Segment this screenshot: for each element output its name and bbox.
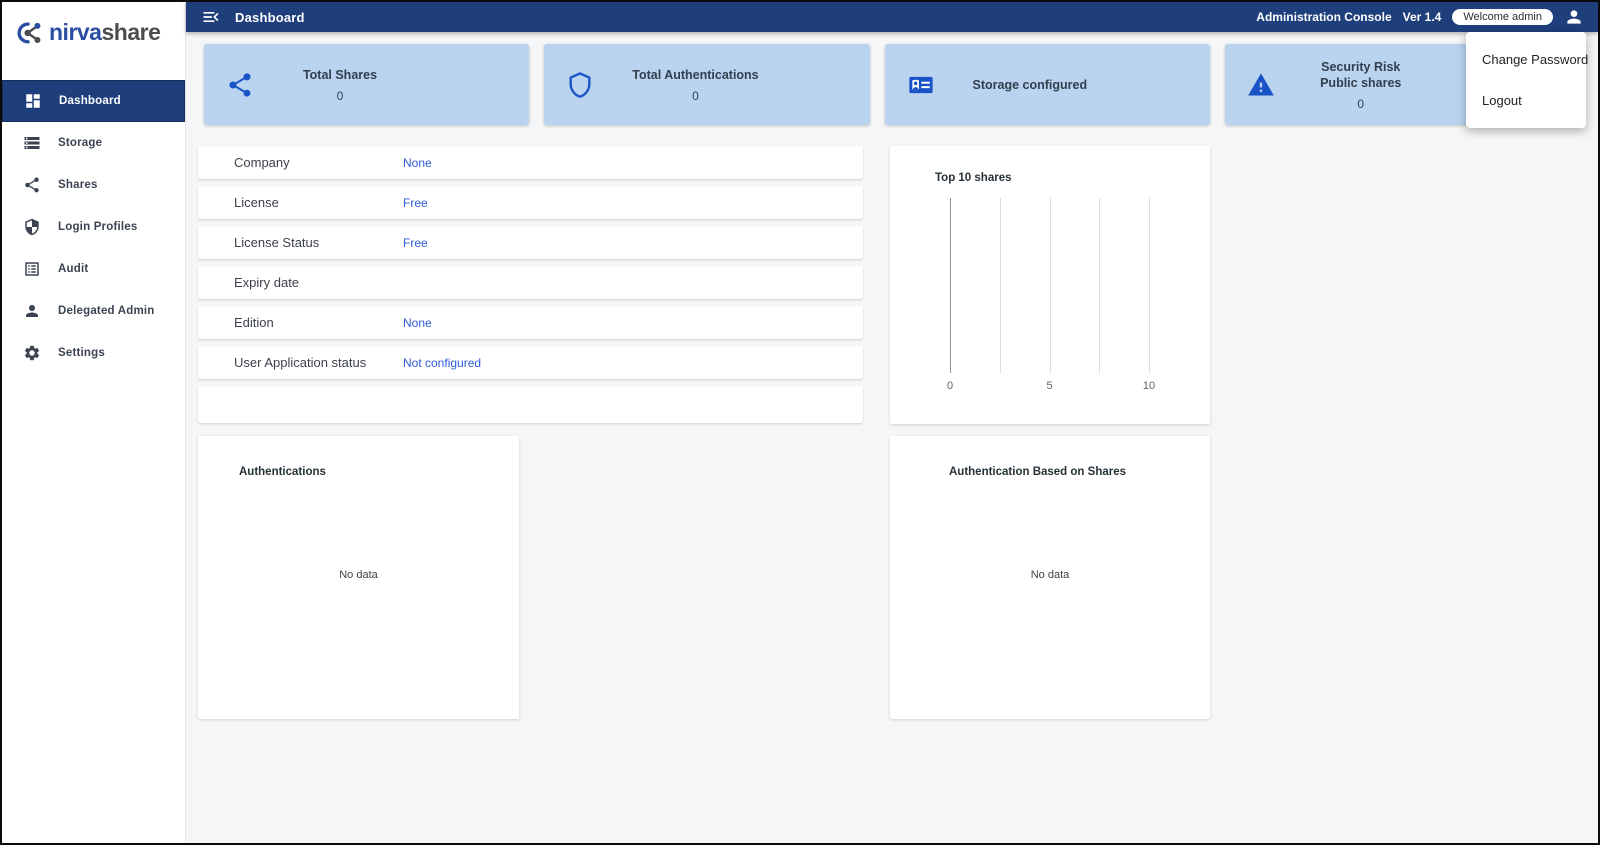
authentication-based-on-shares-chart-card: Authentication Based on Shares No data bbox=[890, 436, 1210, 719]
gridline bbox=[1050, 198, 1051, 373]
info-value: Free bbox=[403, 196, 428, 210]
contact-card-icon bbox=[907, 71, 935, 99]
stat-title: Security Risk bbox=[1313, 59, 1409, 75]
stat-subtitle: Public shares bbox=[1313, 75, 1409, 91]
sidebar-item-label: Audit bbox=[58, 263, 88, 275]
gridline bbox=[1099, 198, 1100, 373]
sidebar-item-label: Settings bbox=[58, 347, 105, 359]
gear-icon bbox=[23, 344, 41, 362]
chart-title: Top 10 shares bbox=[935, 172, 1012, 184]
info-label: Edition bbox=[198, 315, 403, 330]
topbar: Dashboard Administration Console Ver 1.4… bbox=[186, 2, 1598, 32]
shield-outline-icon bbox=[566, 71, 594, 99]
sidebar-item-label: Delegated Admin bbox=[58, 305, 155, 317]
stat-value: 0 bbox=[1313, 97, 1409, 111]
nirvashare-logo-icon bbox=[14, 17, 44, 47]
dashboard-icon bbox=[24, 92, 42, 110]
stat-card-storage-configured: Storage configured bbox=[885, 44, 1210, 125]
x-tick-label: 0 bbox=[947, 380, 953, 392]
info-value: Not configured bbox=[403, 356, 481, 370]
info-row-expiry-date: Expiry date bbox=[198, 266, 863, 299]
info-label: License bbox=[198, 195, 403, 210]
info-row-user-application-status: User Application status Not configured bbox=[198, 346, 863, 379]
stat-title: Storage configured bbox=[973, 77, 1088, 93]
gridline bbox=[1000, 198, 1001, 373]
license-info-panel: Company None License Free License Status… bbox=[198, 146, 863, 423]
menu-item-change-password[interactable]: Change Password bbox=[1466, 39, 1586, 80]
person-icon bbox=[1564, 7, 1584, 27]
sidebar-nav: Dashboard Storage Shares Login Profiles … bbox=[2, 80, 185, 374]
person-icon bbox=[23, 302, 41, 320]
x-tick-label: 5 bbox=[1046, 380, 1052, 392]
welcome-admin-badge[interactable]: Welcome admin bbox=[1452, 9, 1553, 25]
stat-value: 0 bbox=[292, 89, 388, 103]
stat-value: 0 bbox=[632, 89, 758, 103]
stat-title: Total Authentications bbox=[632, 67, 758, 83]
sidebar-item-login-profiles[interactable]: Login Profiles bbox=[2, 206, 185, 248]
warning-icon bbox=[1247, 71, 1275, 99]
share-icon bbox=[23, 176, 41, 194]
stat-cards-row: Total Shares 0 Total Authentications 0 bbox=[204, 44, 1550, 125]
topbar-right: Administration Console Ver 1.4 Welcome a… bbox=[1256, 7, 1584, 27]
info-panel-filler bbox=[198, 386, 863, 423]
version-label: Ver 1.4 bbox=[1403, 10, 1442, 24]
sidebar-item-label: Dashboard bbox=[59, 95, 121, 107]
info-row-license: License Free bbox=[198, 186, 863, 219]
authentications-chart-card: Authentications No data bbox=[198, 436, 519, 719]
sidebar-item-label: Shares bbox=[58, 179, 98, 191]
sidebar-item-dashboard[interactable]: Dashboard bbox=[2, 80, 185, 122]
nirvashare-admin-console: nirvashare Dashboard Storage Shares Logi… bbox=[0, 0, 1600, 845]
stat-title: Total Shares bbox=[292, 67, 388, 83]
info-label: Company bbox=[198, 155, 403, 170]
sidebar-item-delegated-admin[interactable]: Delegated Admin bbox=[2, 290, 185, 332]
sidebar: nirvashare Dashboard Storage Shares Logi… bbox=[2, 2, 186, 843]
brand-logo[interactable]: nirvashare bbox=[2, 2, 185, 62]
info-row-company: Company None bbox=[198, 146, 863, 179]
info-label: License Status bbox=[198, 235, 403, 250]
user-dropdown-menu: Change Password Logout bbox=[1466, 32, 1586, 128]
brand-wordmark: nirvashare bbox=[49, 19, 160, 46]
no-data-label: No data bbox=[198, 569, 519, 581]
menu-item-logout[interactable]: Logout bbox=[1466, 80, 1586, 121]
list-alt-icon bbox=[23, 260, 41, 278]
storage-icon bbox=[23, 134, 41, 152]
info-row-edition: Edition None bbox=[198, 306, 863, 339]
sidebar-item-storage[interactable]: Storage bbox=[2, 122, 185, 164]
sidebar-item-settings[interactable]: Settings bbox=[2, 332, 185, 374]
no-data-label: No data bbox=[890, 569, 1210, 581]
bar-chart-plot-area: 0 5 10 bbox=[950, 198, 1149, 373]
chart-title: Authentication Based on Shares bbox=[949, 466, 1126, 478]
menu-toggle-button[interactable] bbox=[200, 6, 222, 28]
gridline bbox=[1149, 198, 1150, 373]
sidebar-item-shares[interactable]: Shares bbox=[2, 164, 185, 206]
top-10-shares-chart-card: Top 10 shares 0 5 10 bbox=[890, 146, 1210, 424]
info-value: Free bbox=[403, 236, 428, 250]
stat-card-total-authentications: Total Authentications 0 bbox=[544, 44, 869, 125]
x-tick-label: 10 bbox=[1143, 380, 1155, 392]
sidebar-item-label: Login Profiles bbox=[58, 221, 137, 233]
info-label: User Application status bbox=[198, 355, 403, 370]
menu-open-icon bbox=[201, 7, 221, 27]
info-value: None bbox=[403, 316, 432, 330]
stat-card-total-shares: Total Shares 0 bbox=[204, 44, 529, 125]
info-row-license-status: License Status Free bbox=[198, 226, 863, 259]
shield-icon bbox=[23, 218, 41, 236]
info-value: None bbox=[403, 156, 432, 170]
page-title: Dashboard bbox=[235, 10, 305, 25]
sidebar-item-label: Storage bbox=[58, 137, 102, 149]
gridline bbox=[950, 198, 951, 373]
chart-title: Authentications bbox=[239, 466, 326, 478]
user-account-button[interactable] bbox=[1564, 7, 1584, 27]
console-label: Administration Console bbox=[1256, 10, 1391, 24]
share-icon bbox=[226, 71, 254, 99]
sidebar-item-audit[interactable]: Audit bbox=[2, 248, 185, 290]
info-label: Expiry date bbox=[198, 275, 403, 290]
